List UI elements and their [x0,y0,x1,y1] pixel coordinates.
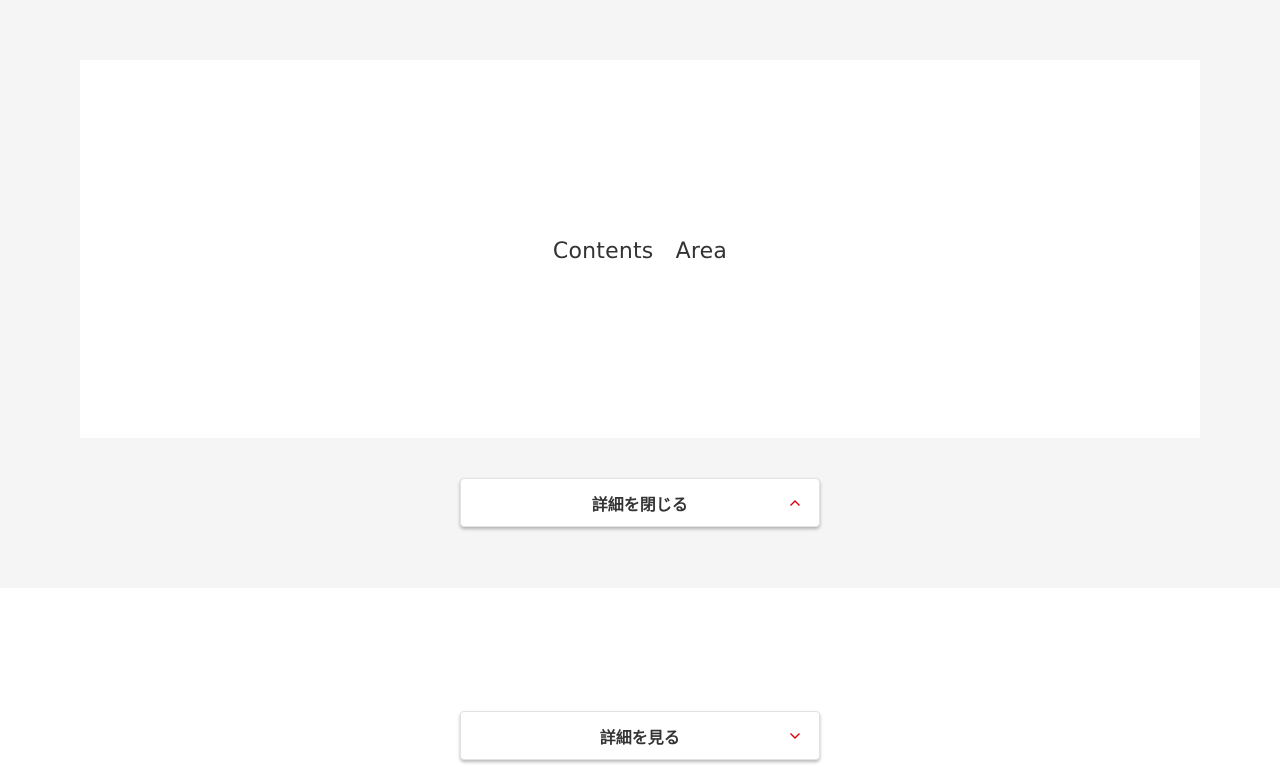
close-details-label: 詳細を閉じる [591,494,688,514]
contents-area: Contents Area [80,60,1200,438]
show-details-button[interactable]: 詳細を見る [460,711,820,760]
chevron-up-icon [789,497,801,509]
chevron-down-icon [789,730,801,742]
contents-area-label: Contents Area [552,239,728,264]
close-details-button[interactable]: 詳細を閉じる [460,478,820,527]
expanded-section: Contents Area 詳細を閉じる [0,0,1280,588]
show-details-label: 詳細を見る [599,727,680,747]
